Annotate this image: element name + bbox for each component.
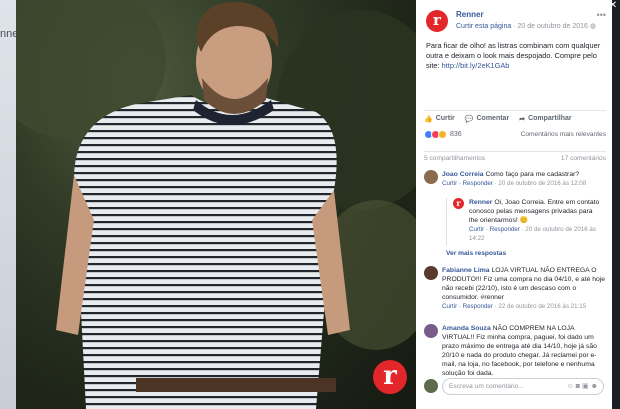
close-icon[interactable]: ✕: [606, 0, 620, 11]
background-page-strip: nne: [0, 0, 16, 409]
commenter-avatar[interactable]: [424, 266, 438, 280]
comment-body: Joao Correia Como faço para me cadastrar…: [442, 170, 606, 188]
emoji-icon[interactable]: ☺: [567, 383, 576, 390]
reactions-row: 836 Comentários mais relevantes: [424, 128, 606, 140]
post-header: r Renner Curtir esta página · 20 de outu…: [426, 10, 606, 38]
wow-reaction-icon: [438, 129, 447, 139]
commenter-name[interactable]: Fabianne Lima: [442, 267, 490, 274]
comment-item: Joao Correia Como faço para me cadastrar…: [424, 170, 606, 196]
post-photo[interactable]: r: [16, 0, 416, 409]
page-name-link[interactable]: Renner: [456, 10, 484, 19]
comment-text: Como faço para me cadastrar?: [485, 171, 580, 178]
model-figure: [56, 1, 350, 409]
like-page-link[interactable]: Curtir esta página: [456, 23, 511, 30]
speech-bubble-icon: 💬: [464, 115, 474, 123]
commenter-avatar[interactable]: [424, 170, 438, 184]
comment-body: Amanda Souza NÃO COMPREM NA LOJA VIRTUAL…: [442, 324, 606, 376]
comment-sort-dropdown[interactable]: Comentários mais relevantes: [521, 131, 606, 138]
post-side-panel: r Renner Curtir esta página · 20 de outu…: [416, 0, 612, 409]
post-date[interactable]: 20 de outubro de 2016: [518, 23, 588, 30]
commenter-name[interactable]: Joao Correia: [442, 171, 484, 178]
user-avatar: [424, 379, 438, 393]
globe-icon: ◍: [589, 23, 597, 30]
reply-body: Renner Oi, Joao Correia. Entre em contat…: [469, 198, 601, 243]
reply-meta: Curtir · Responder · 20 de outubro de 20…: [469, 226, 596, 242]
comment-meta: Curtir · Responder · 20 de outubro de 20…: [442, 180, 587, 187]
commenter-avatar[interactable]: [424, 324, 438, 338]
shares-comments-row: 5 compartilhamentos 17 comentários: [424, 151, 606, 162]
post-link[interactable]: http://bit.ly/2eK1GAb: [442, 61, 510, 70]
shares-count[interactable]: 5 compartilhamentos: [424, 155, 485, 162]
post-text: Para ficar de olho! as listras combinam …: [426, 41, 606, 71]
comment-item: Amanda Souza NÃO COMPREM NA LOJA VIRTUAL…: [424, 324, 606, 376]
comment-button[interactable]: 💬 Comentar: [465, 113, 509, 124]
share-button[interactable]: ➦ Compartilhar: [519, 113, 571, 124]
background-page-text: nne: [0, 28, 16, 40]
reply-item: r Renner Oi, Joao Correia. Entre em cont…: [446, 198, 606, 246]
post-actions: 👍 Curtir 💬 Comentar ➦ Compartilhar: [424, 110, 606, 124]
reactions-count[interactable]: 836: [450, 131, 462, 138]
page-avatar[interactable]: r: [426, 10, 448, 32]
share-arrow-icon: ➦: [519, 115, 526, 123]
comment-item: Fabianne Lima LOJA VIRTUAL NÃO ENTREGA O…: [424, 266, 606, 320]
like-button[interactable]: 👍 Curtir: [424, 113, 455, 124]
more-replies-link[interactable]: Ver mais respostas: [446, 250, 506, 257]
comment-composer: Escreva um comentário... ☺◙▣☻: [424, 378, 606, 396]
thumbs-up-icon: 👍: [424, 115, 433, 123]
sticker-icon[interactable]: ☻: [591, 383, 600, 390]
more-options-icon[interactable]: •••: [597, 10, 606, 20]
renner-logo-watermark: r: [373, 360, 407, 394]
gif-icon[interactable]: ▣: [582, 383, 591, 390]
comment-body: Fabianne Lima LOJA VIRTUAL NÃO ENTREGA O…: [442, 266, 606, 311]
comments-count[interactable]: 17 comentários: [561, 155, 606, 162]
reply-author[interactable]: Renner: [469, 199, 492, 206]
composer-icons: ☺◙▣☻: [567, 382, 600, 390]
commenter-name[interactable]: Amanda Souza: [442, 325, 491, 332]
comment-text: NÃO COMPREM NA LOJA VIRTUAL!! Fiz minha …: [442, 325, 597, 376]
post-meta: Curtir esta página · 20 de outubro de 20…: [456, 23, 597, 30]
scrollbar[interactable]: [612, 0, 620, 409]
reply-avatar[interactable]: r: [453, 198, 464, 209]
comment-meta: Curtir · Responder · 22 de outubro de 20…: [442, 303, 587, 310]
